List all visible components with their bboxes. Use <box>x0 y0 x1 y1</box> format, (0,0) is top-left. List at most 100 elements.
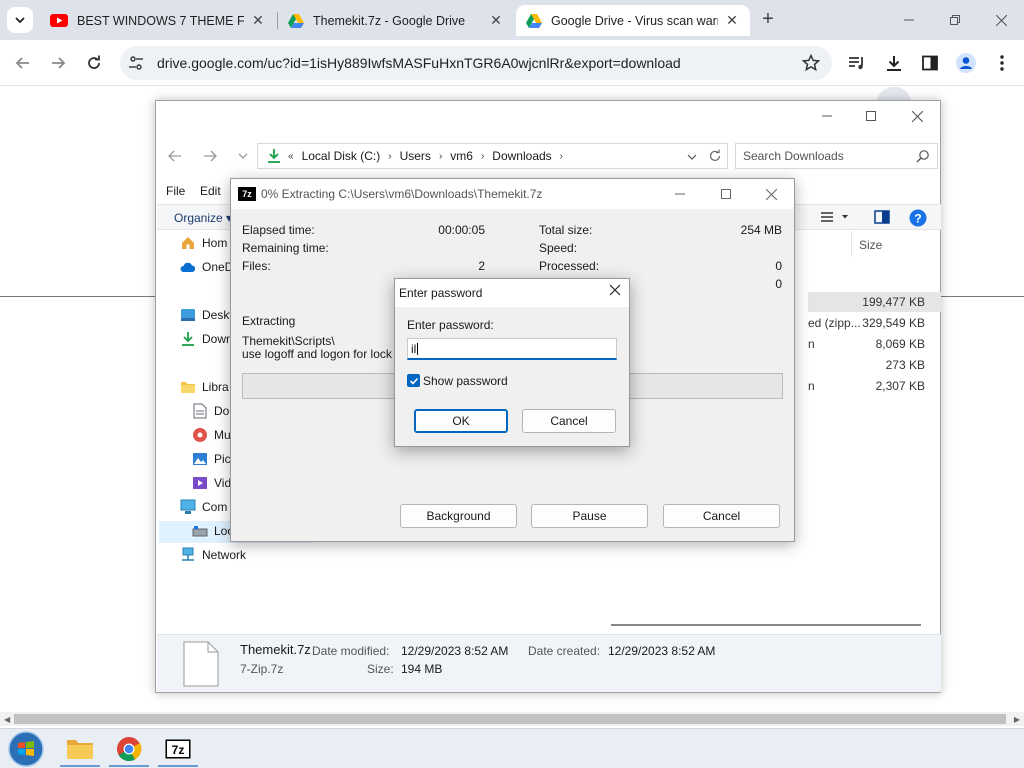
nav-libraries[interactable]: Libra <box>180 377 229 397</box>
explorer-search-box[interactable]: Search Downloads <box>735 143 938 169</box>
show-password-checkbox[interactable] <box>407 374 420 387</box>
chevron-right-icon[interactable]: › <box>481 151 484 162</box>
explorer-horizontal-scrollbar[interactable] <box>611 624 921 626</box>
password-dialog-title-bar: Enter password <box>395 279 629 307</box>
files-label: Files: <box>242 259 271 273</box>
view-options-icon[interactable] <box>820 209 850 225</box>
breadcrumb-downloads[interactable]: Downloads <box>492 149 551 163</box>
password-input[interactable]: il <box>407 338 617 360</box>
nav-pictures[interactable]: Pict <box>192 449 234 469</box>
column-header-size[interactable]: Size <box>851 231 941 257</box>
nav-local-disk[interactable]: Loc <box>192 521 233 541</box>
ok-button[interactable]: OK <box>414 409 508 433</box>
chevron-right-icon[interactable]: › <box>439 151 442 162</box>
breadcrumb-vm6[interactable]: vm6 <box>450 149 473 163</box>
maximize-icon <box>721 189 731 199</box>
close-window-button[interactable] <box>978 0 1024 40</box>
taskbar-file-explorer[interactable] <box>60 731 100 767</box>
chevron-down-icon[interactable] <box>687 153 697 161</box>
address-bar[interactable]: drive.google.com/uc?id=1isHy889IwfsMASFu… <box>120 46 832 80</box>
nav-network[interactable]: Network <box>180 545 246 565</box>
pause-button[interactable]: Pause <box>531 504 648 528</box>
profile-button[interactable] <box>955 52 977 74</box>
search-icon <box>916 150 929 163</box>
forward-button[interactable] <box>46 51 70 75</box>
nav-downloads[interactable]: Dowr <box>180 329 230 349</box>
tab-drive-file[interactable]: Themekit.7z - Google Drive ✕ <box>278 5 514 36</box>
breadcrumb-local-disk[interactable]: Local Disk (C:) <box>302 149 381 163</box>
minimize-icon <box>822 115 832 117</box>
7zip-minimize-button[interactable] <box>657 183 703 205</box>
start-button[interactable] <box>4 731 48 767</box>
nav-documents[interactable]: Doc <box>192 401 235 421</box>
close-icon[interactable]: ✕ <box>724 12 740 29</box>
menu-file[interactable]: File <box>166 184 185 198</box>
preview-pane-icon[interactable] <box>874 209 890 225</box>
explorer-back-button[interactable] <box>164 146 186 166</box>
chevron-right-icon[interactable]: › <box>560 151 563 162</box>
help-icon[interactable]: ? <box>909 209 927 227</box>
scroll-left-icon[interactable]: ◀ <box>4 715 10 724</box>
file-row[interactable]: 273 KB <box>808 355 941 375</box>
side-panel-button[interactable] <box>919 52 941 74</box>
breadcrumb-users[interactable]: Users <box>400 149 431 163</box>
nav-label: Deskt <box>202 308 233 322</box>
7zip-maximize-button[interactable] <box>703 183 749 205</box>
close-icon[interactable]: ✕ <box>250 12 266 29</box>
chevron-right-icon[interactable]: › <box>388 151 391 162</box>
scroll-right-icon[interactable]: ▶ <box>1014 715 1020 724</box>
file-row[interactable]: n 8,069 KB <box>808 334 941 354</box>
page-horizontal-scrollbar[interactable]: ◀ ▶ <box>0 712 1024 726</box>
tab-youtube[interactable]: BEST WINDOWS 7 THEME FOR ✕ <box>40 5 276 36</box>
file-row[interactable]: ed (zipp... 329,549 KB <box>808 313 941 333</box>
close-icon[interactable]: ✕ <box>488 12 504 29</box>
explorer-close-button[interactable] <box>894 105 940 127</box>
menu-edit[interactable]: Edit <box>200 184 221 198</box>
recent-locations-button[interactable] <box>232 146 254 166</box>
refresh-icon[interactable] <box>708 149 722 163</box>
7zip-logo-icon: 7z <box>238 187 256 201</box>
file-row[interactable]: n 2,307 KB <box>808 376 941 396</box>
explorer-forward-button[interactable] <box>199 146 221 166</box>
details-date-created: 12/29/2023 8:52 AM <box>608 644 716 658</box>
media-controls-button[interactable] <box>846 52 868 74</box>
background-button[interactable]: Background <box>400 504 517 528</box>
explorer-address-bar[interactable]: « Local Disk (C:) › Users › vm6 › Downlo… <box>257 143 728 169</box>
site-settings-icon[interactable] <box>128 55 144 71</box>
nav-computer[interactable]: Com <box>180 497 227 517</box>
show-password-label[interactable]: Show password <box>423 374 508 388</box>
cancel-extract-button[interactable]: Cancel <box>663 504 780 528</box>
cancel-button[interactable]: Cancel <box>522 409 616 433</box>
nav-desktop[interactable]: Deskt <box>180 305 233 325</box>
file-size: 8,069 KB <box>875 337 925 351</box>
close-icon[interactable] <box>609 284 621 296</box>
reload-button[interactable] <box>82 51 106 75</box>
taskbar-chrome[interactable] <box>109 731 149 767</box>
organize-button[interactable]: Organize ▾ <box>174 211 232 225</box>
file-row[interactable]: 199,477 KB <box>808 292 941 312</box>
7zip-close-button[interactable] <box>748 183 794 205</box>
scrollbar-thumb[interactable] <box>14 714 1006 724</box>
explorer-minimize-button[interactable] <box>804 105 850 127</box>
explorer-maximize-button[interactable] <box>848 105 894 127</box>
chrome-menu-button[interactable] <box>991 52 1013 74</box>
tab-title: Google Drive - Virus scan warni <box>551 13 718 28</box>
bookmark-star-icon[interactable] <box>802 54 820 72</box>
processed-value: 0 <box>775 259 782 273</box>
downloads-icon <box>182 332 194 346</box>
tab-virus-scan[interactable]: Google Drive - Virus scan warni ✕ <box>516 5 750 36</box>
download-icon <box>887 56 901 71</box>
nav-music[interactable]: Mu <box>192 425 231 445</box>
nav-onedrive[interactable]: OneD <box>180 257 233 277</box>
restore-button[interactable] <box>932 0 978 40</box>
google-drive-icon <box>526 13 542 28</box>
breadcrumb-overflow[interactable]: « <box>288 151 294 162</box>
back-button[interactable] <box>11 51 35 75</box>
tab-search-button[interactable] <box>7 7 33 33</box>
nav-home[interactable]: Hom <box>180 233 227 253</box>
downloads-button[interactable] <box>883 52 905 74</box>
close-icon <box>765 188 777 200</box>
minimize-button[interactable] <box>886 0 932 40</box>
new-tab-button[interactable]: + <box>757 9 779 31</box>
taskbar-7zip[interactable]: 7z <box>158 731 198 767</box>
